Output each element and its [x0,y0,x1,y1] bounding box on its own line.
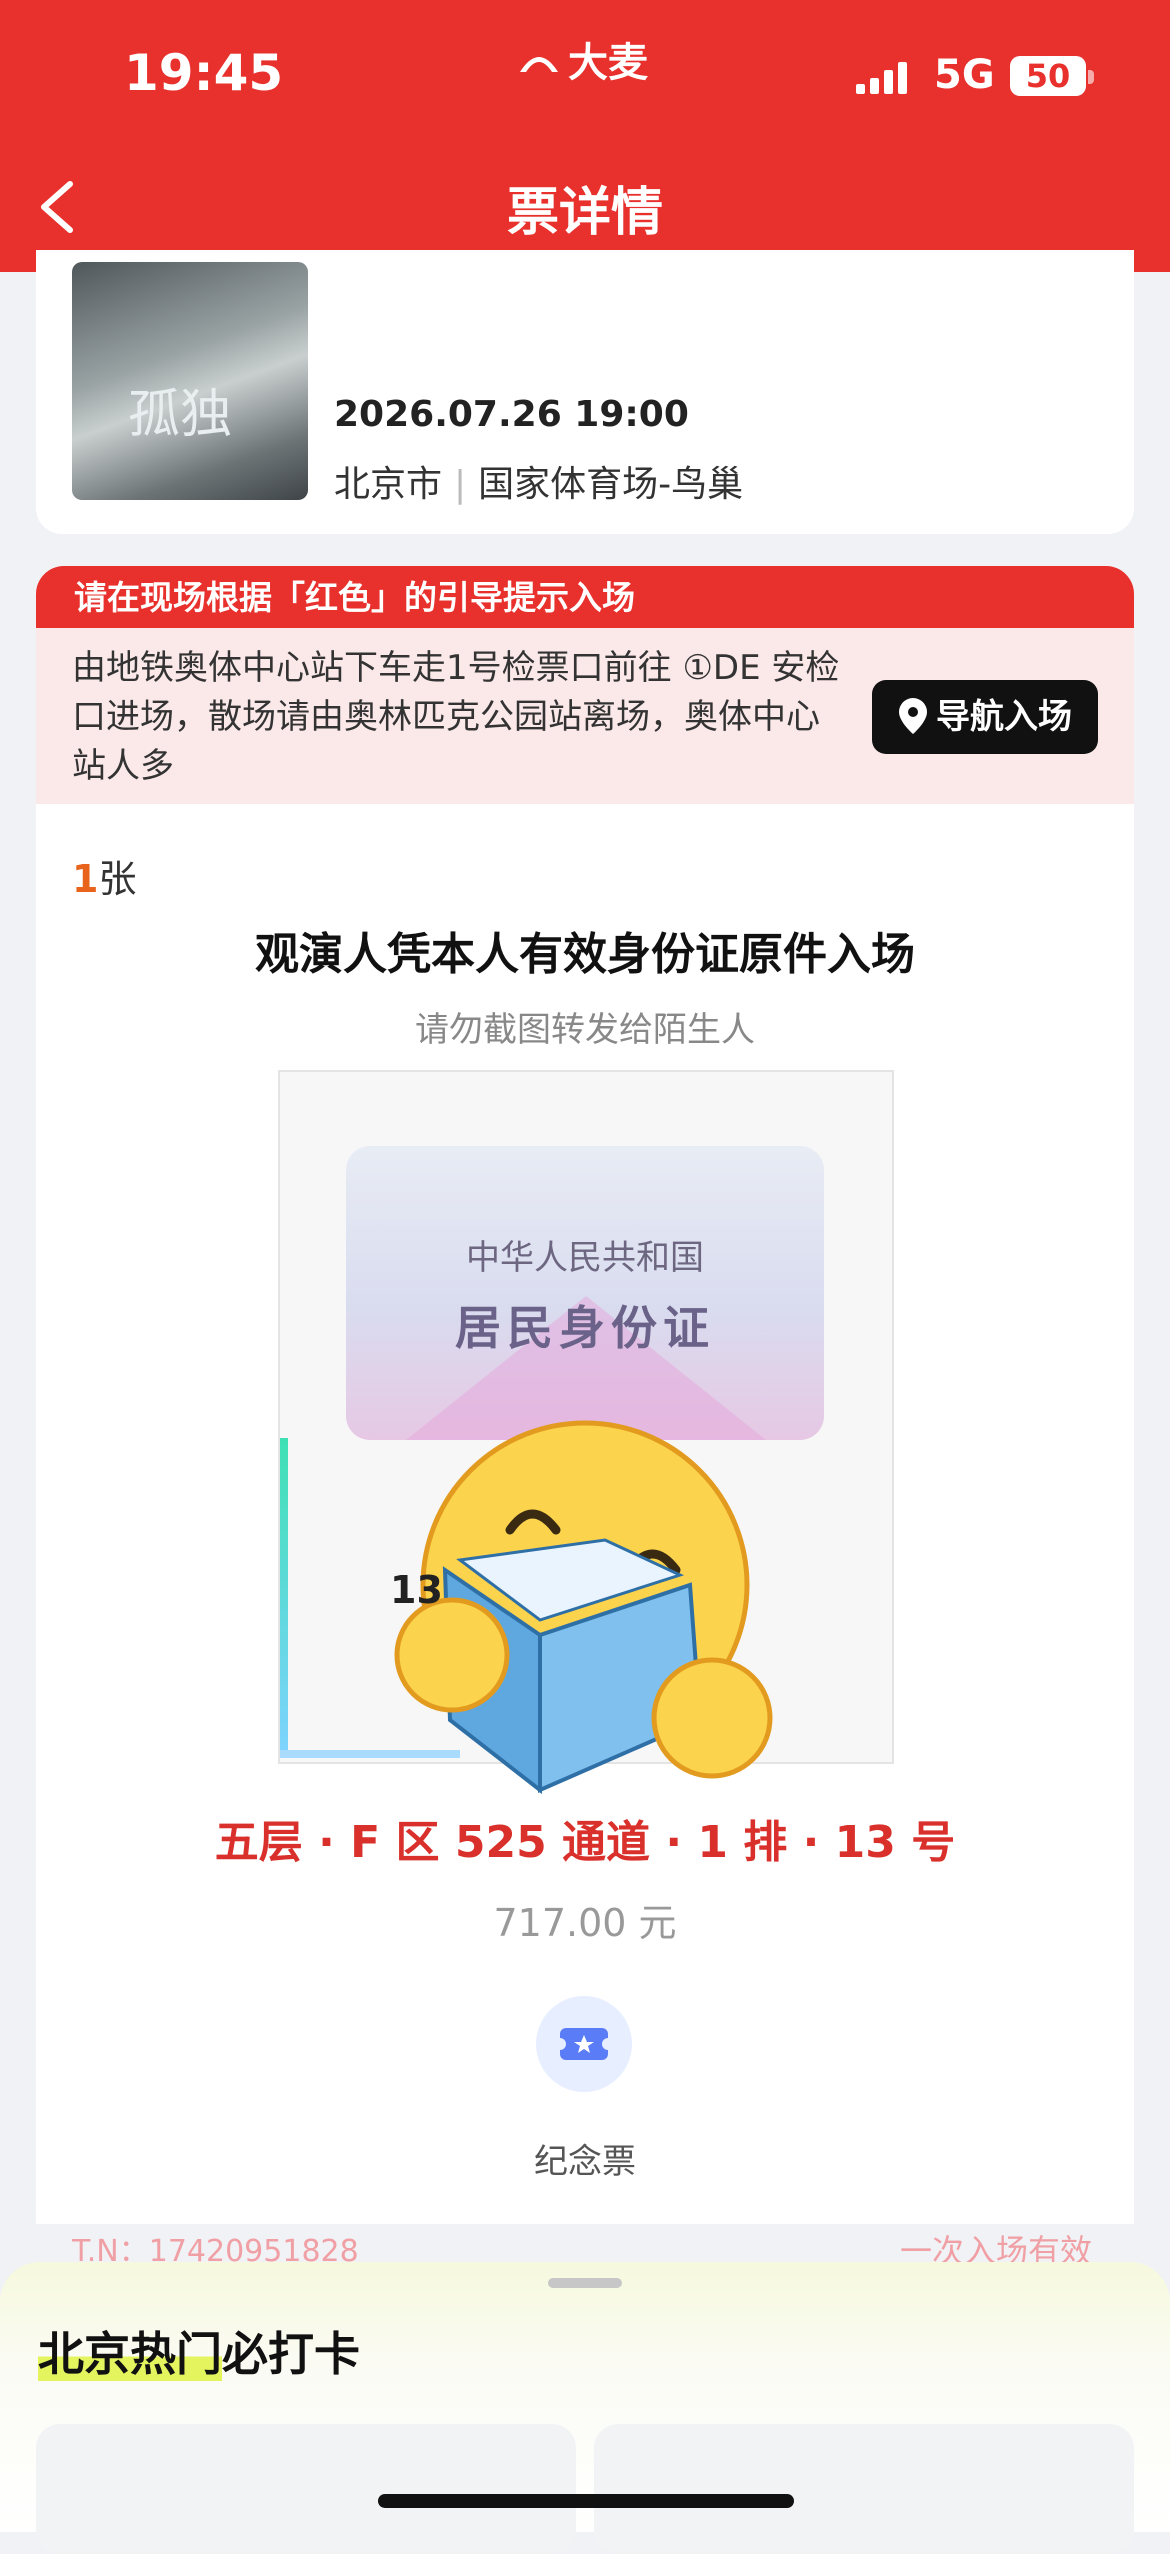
ticket-star-icon [554,2028,614,2060]
ticket-count: 1张 [72,857,137,901]
location-pin-icon [899,698,927,734]
page-title: 票详情 [506,183,663,243]
reading-emoji-sticker [394,1420,773,1795]
screenshot-warning: 请勿截图转发给陌生人 [415,1010,755,1050]
sheet-grabber[interactable] [548,2278,622,2288]
seat-number-overlay: 13 [390,1568,443,1612]
ticket-price: 717.00 元 [493,1901,677,1945]
recommend-card[interactable] [594,2424,1134,2554]
network-type: 5G [934,52,995,98]
navigate-entrance-label: 导航入场 [936,697,1072,737]
home-indicator[interactable] [378,2494,794,2508]
id-card-type: 居民身份证 [455,1301,715,1355]
signal-icon [856,62,907,94]
scan-bar [280,1438,288,1758]
souvenir-ticket-label: 纪念票 [534,2142,636,2182]
recommend-card[interactable] [36,2424,576,2554]
event-city: 北京市 [334,464,443,505]
entrance-header: 请在现场根据「红色」的引导提示入场 [36,566,1134,628]
id-card-country: 中华人民共和国 [466,1238,704,1278]
event-datetime: 2026.07.26 19:00 [334,394,689,435]
entry-rule: 观演人凭本人有效身份证原件入场 [255,929,915,980]
damai-logo-icon [520,57,558,72]
souvenir-ticket-button[interactable] [536,1996,632,2092]
status-time: 19:45 [124,44,284,102]
event-venue: 国家体育场-鸟巢 [478,464,744,505]
entrance-guide-text: 由地铁奥体中心站下车走1号检票口前往 ①DE 安检口进场，散场请由奥林匹克公园站… [72,648,840,786]
brand-name: 大麦 [568,40,648,86]
battery-indicator: 50 [1010,56,1086,96]
battery-tip [1088,70,1094,84]
brand-logo: 大麦 [516,30,648,88]
sheet-title: 北京热门必打卡 [38,2327,360,2381]
navigate-entrance-button[interactable]: 导航入场 [872,680,1098,754]
event-poster: 孤独 [72,262,308,500]
event-location: 北京市 | 国家体育场-鸟巢 [334,464,744,505]
seat-info: 五层 · F 区 525 通道 · 1 排 · 13 号 [214,1817,956,1868]
poster-title: 孤独 [128,385,233,445]
